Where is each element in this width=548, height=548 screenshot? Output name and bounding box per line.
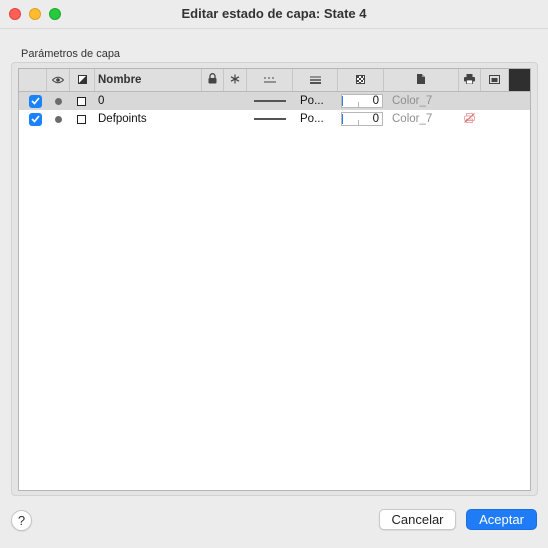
no-print-icon — [464, 112, 475, 126]
transparency-input[interactable]: 0 — [341, 112, 383, 126]
transparency-field[interactable]: 0 — [341, 110, 383, 128]
color-swatch[interactable] — [77, 110, 86, 128]
header-name[interactable]: Nombre — [95, 69, 202, 91]
group-label: Parámetros de capa — [21, 48, 121, 60]
header-extra — [509, 69, 530, 91]
layer-name[interactable]: 0 — [98, 92, 104, 110]
on-dot-icon — [55, 97, 62, 105]
row-checkbox[interactable] — [29, 92, 42, 110]
white-swatch-icon — [77, 114, 86, 124]
header-plot[interactable] — [459, 69, 481, 91]
linetype-sample[interactable] — [254, 92, 286, 110]
continuous-line-icon — [254, 118, 286, 120]
layer-name[interactable]: Defpoints — [98, 110, 147, 128]
color-name[interactable]: Color_7 — [392, 92, 432, 110]
transparency-field[interactable]: 0 — [341, 92, 383, 110]
transparency-input[interactable]: 0 — [341, 94, 383, 108]
header-visibility[interactable] — [47, 69, 70, 91]
table-row[interactable]: Defpoints Po... 0 Color_7 — [19, 110, 530, 128]
header-freeze[interactable] — [224, 69, 247, 91]
header-lineweight[interactable] — [293, 69, 338, 91]
continuous-line-icon — [254, 100, 286, 102]
header-lock[interactable] — [202, 69, 224, 91]
viewport-icon — [489, 73, 500, 87]
lineweight-icon — [309, 73, 321, 87]
accept-button[interactable]: Aceptar — [466, 509, 537, 530]
table-header: Nombre — [19, 69, 530, 92]
header-transparency[interactable] — [338, 69, 384, 91]
eye-icon — [51, 73, 65, 87]
header-linetype[interactable] — [247, 69, 293, 91]
color-swatch[interactable] — [77, 92, 86, 110]
header-color[interactable] — [70, 69, 95, 91]
color-name[interactable]: Color_7 — [392, 110, 432, 128]
help-button[interactable]: ? — [11, 510, 32, 531]
window-title: Editar estado de capa: State 4 — [181, 6, 367, 21]
document-icon — [417, 73, 425, 87]
cancel-button[interactable]: Cancelar — [379, 509, 456, 530]
plot-style-value[interactable]: Po... — [300, 110, 324, 128]
row-checkbox[interactable] — [29, 110, 42, 128]
plot-toggle[interactable] — [464, 110, 475, 128]
plot-style-value[interactable]: Po... — [300, 92, 324, 110]
color-swatch-icon — [77, 73, 87, 87]
title-divider — [0, 28, 548, 29]
lock-icon — [208, 73, 217, 87]
linetype-sample[interactable] — [254, 110, 286, 128]
visibility-dot[interactable] — [55, 92, 62, 110]
snowflake-icon — [230, 73, 240, 87]
linetype-icon — [263, 73, 276, 87]
header-check[interactable] — [19, 69, 47, 91]
visibility-dot[interactable] — [55, 110, 62, 128]
table-row[interactable]: 0 Po... 0 Color_7 — [19, 92, 530, 110]
title-bar: Editar estado de capa: State 4 — [0, 0, 548, 28]
checkmark-icon — [29, 112, 42, 126]
white-swatch-icon — [77, 96, 86, 106]
header-vp-freeze[interactable] — [481, 69, 509, 91]
checkmark-icon — [29, 94, 42, 108]
layer-table: Nombre 0 Po... 0 Color_7 Defpoints Po...… — [18, 68, 531, 491]
header-plot-style[interactable] — [384, 69, 459, 91]
on-dot-icon — [55, 115, 62, 123]
transparency-icon — [356, 73, 365, 87]
printer-icon — [464, 73, 475, 87]
